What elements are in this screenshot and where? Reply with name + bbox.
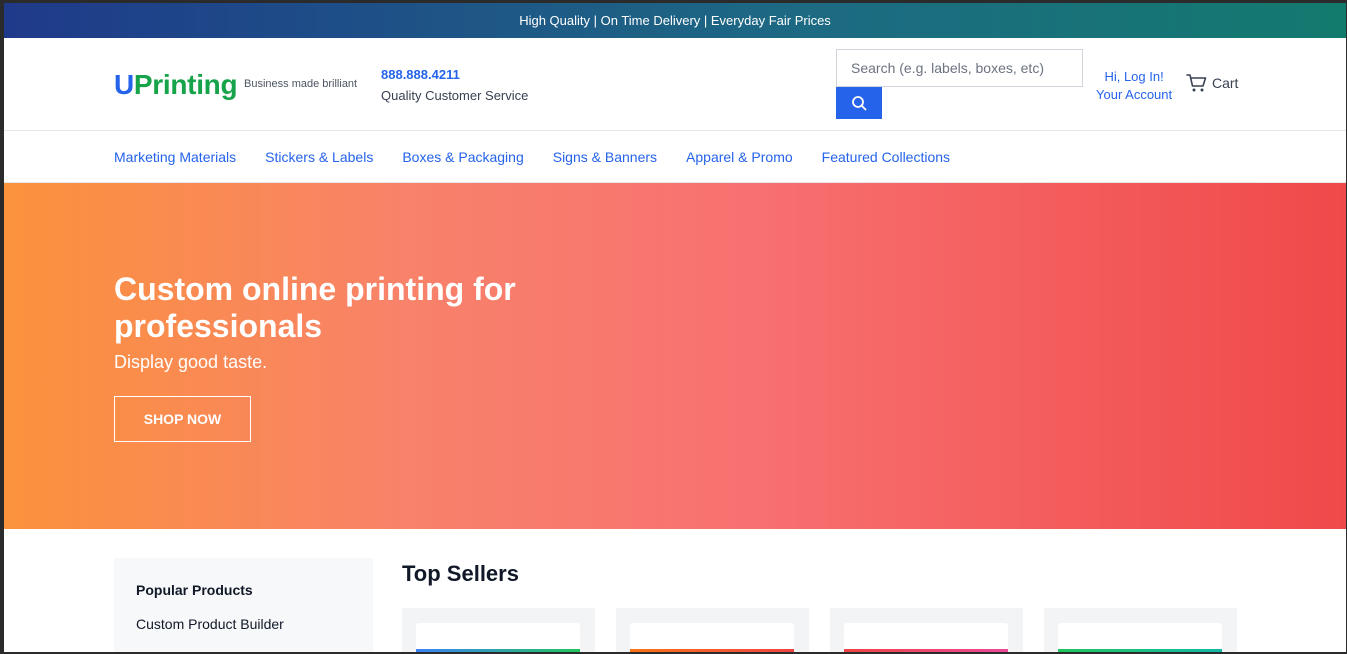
- promo-text: High Quality | On Time Delivery | Everyd…: [519, 13, 831, 28]
- product-card-image: [844, 623, 1008, 652]
- main-nav: Marketing Materials Stickers & Labels Bo…: [4, 131, 1346, 183]
- top-sellers-cards: [402, 608, 1237, 652]
- shop-now-button[interactable]: SHOP NOW: [114, 396, 251, 442]
- cart-label: Cart: [1212, 75, 1239, 91]
- promo-bar: High Quality | On Time Delivery | Everyd…: [4, 3, 1346, 38]
- popular-products-title: Popular Products: [136, 582, 253, 598]
- nav-apparel-promo[interactable]: Apparel & Promo: [686, 149, 793, 165]
- logo-rest: Printing: [133, 69, 238, 100]
- content-section: Popular Products Custom Product Builder …: [4, 529, 1346, 652]
- account-login[interactable]: Hi, Log In!: [1096, 68, 1172, 86]
- product-card[interactable]: [830, 608, 1023, 652]
- browser-page: High Quality | On Time Delivery | Everyd…: [4, 3, 1346, 652]
- hero-title: Custom online printing for professionals: [114, 271, 516, 344]
- search-input[interactable]: [836, 49, 1083, 87]
- nav-stickers-labels[interactable]: Stickers & Labels: [265, 149, 373, 165]
- popular-products-sidebar: Popular Products Custom Product Builder: [114, 558, 373, 652]
- product-card[interactable]: [1044, 608, 1237, 652]
- account-your-account[interactable]: Your Account: [1096, 86, 1172, 104]
- product-card[interactable]: [616, 608, 809, 652]
- top-sellers-title: Top Sellers: [402, 561, 519, 586]
- search-button[interactable]: [836, 87, 882, 119]
- product-card-color-strip: [416, 649, 580, 652]
- cart-icon: [1186, 74, 1207, 92]
- product-card-color-strip: [1058, 649, 1222, 652]
- account-link[interactable]: Hi, Log In! Your Account: [1096, 68, 1172, 104]
- product-card-color-strip: [844, 649, 1008, 652]
- sidebar-item-custom-product-builder[interactable]: Custom Product Builder: [136, 616, 351, 632]
- product-card-image: [1058, 623, 1222, 652]
- search-icon: [852, 96, 867, 111]
- product-card-color-strip: [630, 649, 794, 652]
- phone-number[interactable]: 888.888.4211: [381, 67, 460, 82]
- site-logo[interactable]: UPrinting: [114, 69, 238, 101]
- logo-u: U: [114, 69, 134, 100]
- product-card[interactable]: [402, 608, 595, 652]
- site-header: UPrinting Business made brilliant 888.88…: [4, 38, 1346, 131]
- product-card-image: [416, 623, 580, 652]
- nav-signs-banners[interactable]: Signs & Banners: [553, 149, 657, 165]
- nav-boxes-packaging[interactable]: Boxes & Packaging: [402, 149, 523, 165]
- cart-link[interactable]: Cart: [1186, 73, 1238, 93]
- hero-banner: Custom online printing for professionals…: [4, 183, 1346, 529]
- product-card-image: [630, 623, 794, 652]
- nav-marketing-materials[interactable]: Marketing Materials: [114, 149, 236, 165]
- phone-subtext: Quality Customer Service: [381, 88, 529, 103]
- logo-tagline: Business made brilliant: [244, 78, 358, 90]
- nav-featured-collections[interactable]: Featured Collections: [822, 149, 950, 165]
- hero-subtitle: Display good taste.: [114, 352, 268, 372]
